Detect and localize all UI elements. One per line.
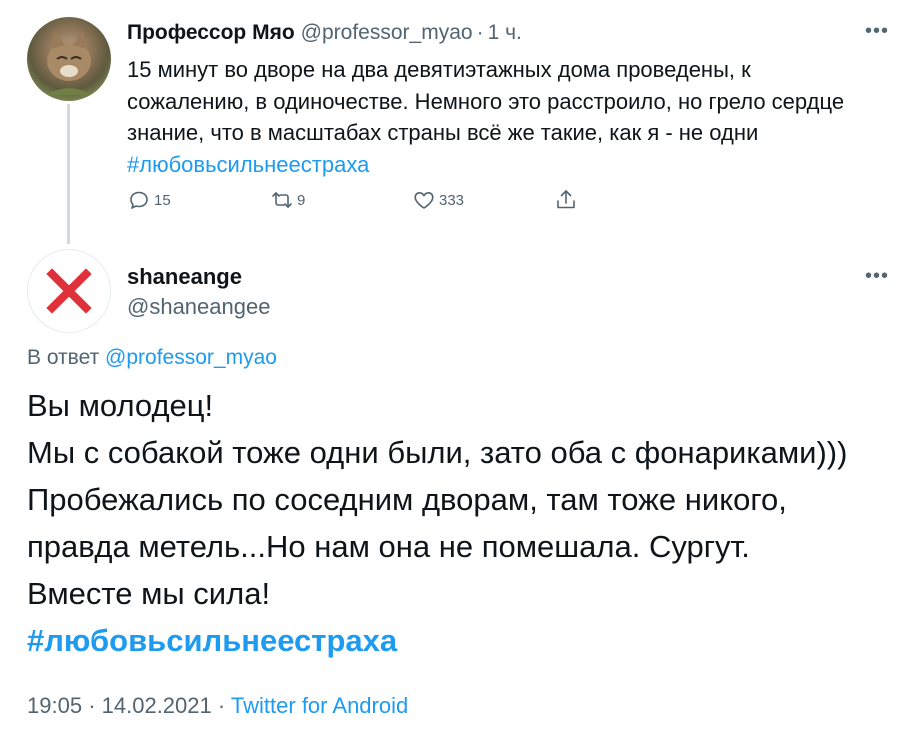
reply-icon [130,191,148,209]
reply-tweet-body: Вы молодец! Мы с собакой тоже одни были,… [27,382,887,664]
reply-date[interactable]: 14.02.2021 [102,693,212,718]
parent-author-name[interactable]: Профессор Мяо [127,21,295,44]
parent-author-avatar[interactable] [27,17,111,101]
reply-hashtag-link[interactable]: #любовьсильнеестраха [27,617,887,664]
reply-to-label: В ответ [27,346,100,369]
tweet-source-link[interactable]: Twitter for Android [231,693,408,718]
like-button[interactable]: 333 [412,188,464,212]
share-icon [557,190,575,209]
thread-connector-line [67,104,70,244]
parent-tweet-text: 15 минут во дворе на два девятиэтажных д… [127,54,867,180]
like-count: 333 [439,191,465,209]
more-horizontal-icon[interactable]: ••• [865,20,889,43]
meta-separator: · [217,693,226,718]
reply-text-line: Пробежались по соседним дворам, там тоже… [27,482,787,517]
reply-text-line: Вы молодец! [27,388,214,423]
reply-text-line: Мы с собакой тоже одни были, зато оба с … [27,435,848,470]
reply-text-line: правда метель...Но нам она не помешала. … [27,529,750,564]
parent-tweet-header: Профессор Мяо @professor_myao · 1 ч. [127,21,522,45]
cat-photo-icon [47,31,91,95]
parent-tweet-time[interactable]: 1 ч. [488,21,522,44]
reply-text-line: Вместе мы сила! [27,576,271,611]
reply-author-handle[interactable]: @shaneangee [127,294,270,320]
more-horizontal-icon[interactable]: ••• [865,265,889,288]
reply-context: В ответ @professor_myao [27,346,277,370]
retweet-count: 9 [297,191,306,209]
reply-author-name[interactable]: shaneange [127,264,242,290]
reply-button[interactable]: 15 [127,188,171,212]
parent-author-handle[interactable]: @professor_myao [301,21,473,44]
reply-time[interactable]: 19:05 [27,693,82,718]
parent-hashtag-link[interactable]: #любовьсильнеестраха [127,152,369,177]
red-cross-mark-icon [46,268,92,314]
parent-tweet-body: 15 минут во дворе на два девятиэтажных д… [127,57,845,145]
retweet-icon [272,192,292,208]
reply-count: 15 [154,191,171,209]
reply-tweet-meta: 19:05 · 14.02.2021 · Twitter for Android [27,693,408,719]
retweet-button[interactable]: 9 [270,188,305,212]
meta-separator: · [88,693,96,718]
reply-author-avatar[interactable] [27,249,111,333]
header-separator: · [476,21,484,44]
reply-to-handle-link[interactable]: @professor_myao [105,346,277,369]
share-button[interactable] [554,188,578,212]
parent-tweet-actions: 15 9 333 [127,188,587,216]
heart-icon [414,192,434,209]
